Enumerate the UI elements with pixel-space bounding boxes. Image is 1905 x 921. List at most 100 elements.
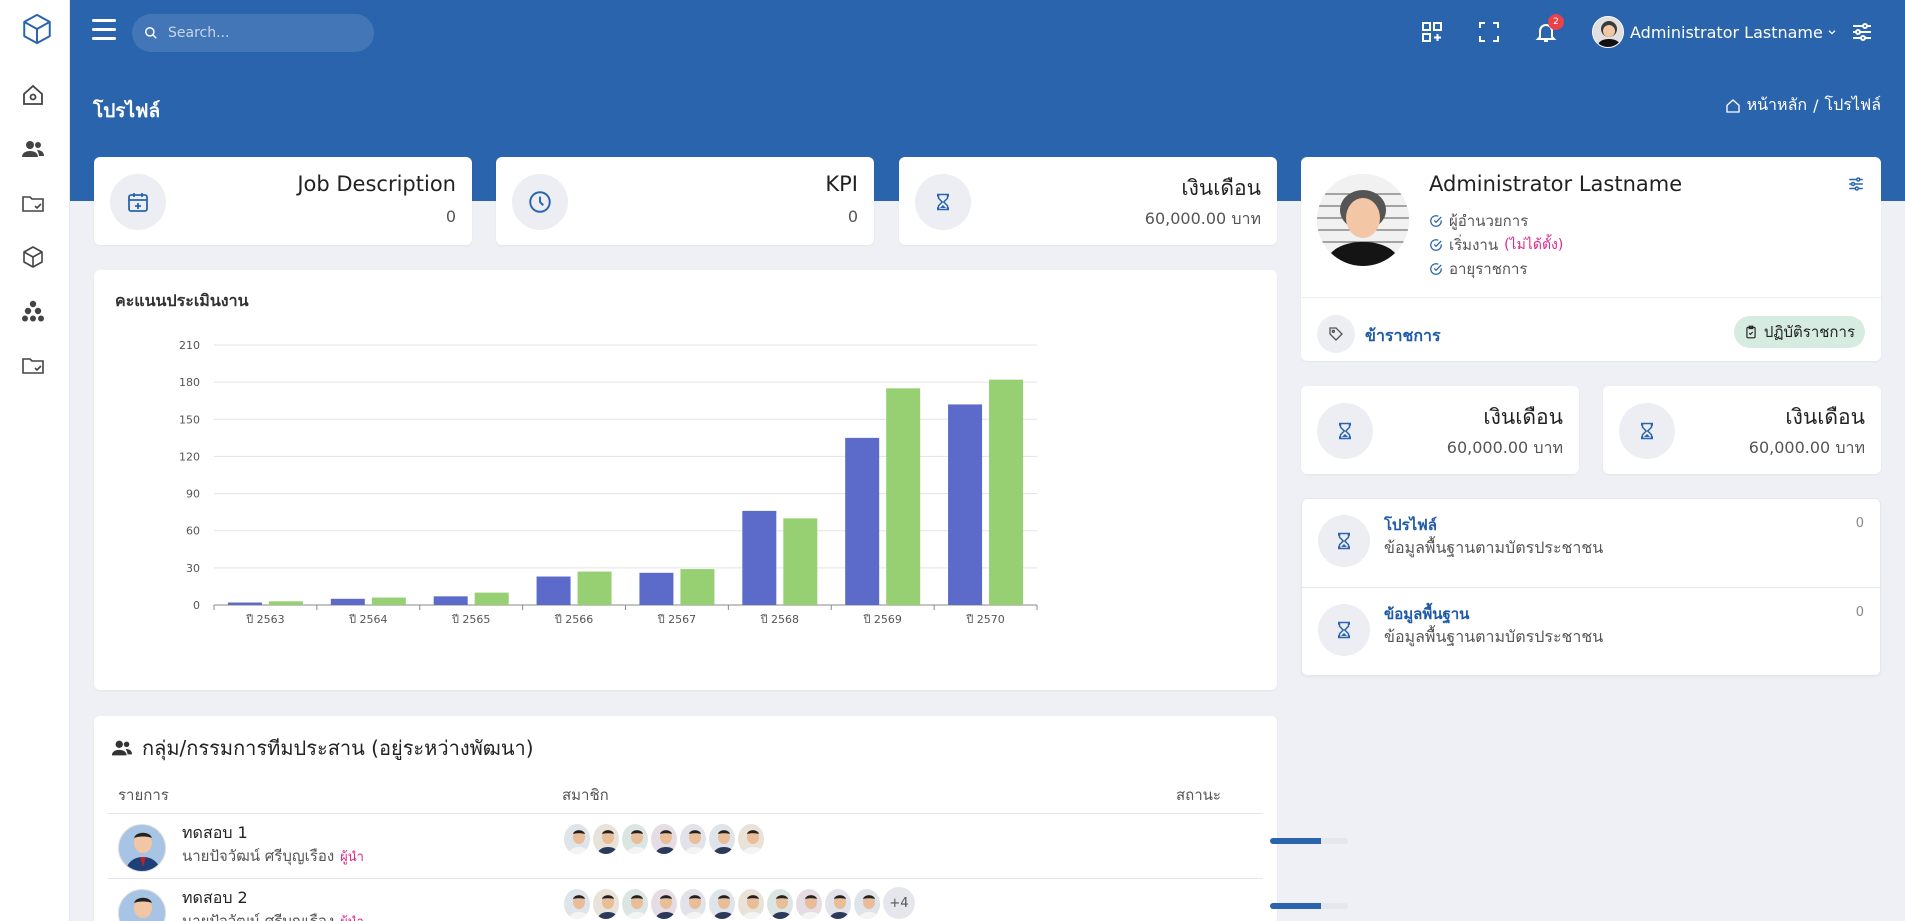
- member-avatar[interactable]: [678, 822, 708, 856]
- member-avatar[interactable]: [736, 822, 766, 856]
- list-item-subtitle: ข้อมูลพื้นฐานตามบัตรประชาชน: [1384, 627, 1604, 646]
- box-icon[interactable]: [20, 244, 46, 270]
- menu-toggle-icon[interactable]: [92, 19, 116, 41]
- group-name[interactable]: ทดสอบ 1: [182, 821, 248, 846]
- home-icon: [1725, 98, 1740, 113]
- member-avatar[interactable]: [649, 822, 679, 856]
- top-bar: 2 Administrator Lastname: [70, 0, 1905, 66]
- member-avatar[interactable]: [649, 887, 679, 921]
- kpi-card[interactable]: KPI 0: [496, 157, 874, 245]
- bar-series-2: [371, 597, 406, 605]
- user-menu[interactable]: Administrator Lastname: [1592, 16, 1837, 48]
- search-input[interactable]: [168, 25, 358, 41]
- user-avatar: [1592, 16, 1624, 48]
- check-circle-icon: [1430, 239, 1442, 251]
- member-avatar[interactable]: [591, 822, 621, 856]
- salary-card[interactable]: เงินเดือน 60,000.00 บาท: [899, 157, 1277, 245]
- team-card: กลุ่ม/กรรมการทีมประสาน (อยู่ระหว่างพัฒนา…: [94, 716, 1348, 921]
- table-row[interactable]: ทดสอบ 1 นายปัจวัฒน์ ศรีบุญเรือง ผู้นำ: [108, 814, 1348, 878]
- status-pill-label: ปฏิบัติราชการ: [1763, 323, 1855, 341]
- member-avatar[interactable]: [562, 887, 592, 921]
- stat-value: 60,000.00 บาท: [1144, 209, 1261, 228]
- start-label: เริ่มงาน: [1449, 236, 1499, 254]
- list-item-count: 0: [1855, 516, 1864, 531]
- salary-card-small[interactable]: เงินเดือน 60,000.00 บาท: [1301, 386, 1579, 474]
- leader-name: นายปัจวัฒน์ ศรีบุญเรือง: [182, 912, 335, 921]
- team-title-text: กลุ่ม/กรรมการทีมประสาน (อยู่ระหว่างพัฒนา…: [142, 736, 534, 760]
- member-avatar[interactable]: [678, 887, 708, 921]
- salary-card-small[interactable]: เงินเดือน 60,000.00 บาท: [1603, 386, 1881, 474]
- bar-series-2: [886, 388, 921, 605]
- folder-check-icon[interactable]: [20, 190, 46, 216]
- member-avatars: [562, 822, 766, 856]
- member-avatar[interactable]: [620, 887, 650, 921]
- bar-series-1: [845, 437, 880, 605]
- stat-value: 0: [847, 207, 858, 226]
- x-tick-label: ปี 2567: [657, 613, 697, 626]
- member-avatar[interactable]: [765, 887, 795, 921]
- settings-sliders-icon[interactable]: [1850, 20, 1874, 44]
- users-icon: [111, 740, 133, 756]
- list-item[interactable]: ข้อมูลพื้นฐาน ข้อมูลพื้นฐานตามบัตรประชาช…: [1302, 588, 1880, 676]
- list-item[interactable]: โปรไฟล์ ข้อมูลพื้นฐานตามบัตรประชาชน 0: [1302, 499, 1880, 587]
- stat-title: เงินเดือน: [1785, 405, 1865, 429]
- list-item-title[interactable]: ข้อมูลพื้นฐาน: [1384, 602, 1469, 626]
- apps-grid-icon[interactable]: [1420, 20, 1444, 44]
- member-avatar[interactable]: [707, 887, 737, 921]
- app-logo-icon[interactable]: [20, 12, 54, 46]
- bar-series-1: [330, 598, 365, 605]
- bar-series-1: [639, 572, 674, 605]
- stat-value: 60,000.00 บาท: [1748, 438, 1865, 457]
- member-avatar[interactable]: [794, 887, 824, 921]
- hourglass-icon: [1318, 515, 1370, 567]
- breadcrumb-home[interactable]: หน้าหลัก: [1747, 93, 1808, 118]
- leader-role: ผู้นำ: [340, 850, 364, 865]
- member-avatar[interactable]: [620, 822, 650, 856]
- table-row[interactable]: ทดสอบ 2 นายปัจวัฒน์ ศรีบุญเรือง ผู้นำ +4: [108, 879, 1348, 921]
- check-circle-icon: [1430, 215, 1442, 227]
- stat-value: 0: [445, 207, 456, 226]
- list-item-title[interactable]: โปรไฟล์: [1384, 513, 1437, 537]
- search-box[interactable]: [132, 14, 374, 52]
- position-text: ผู้อำนวยการ: [1449, 212, 1529, 230]
- check-circle-icon: [1430, 263, 1442, 275]
- info-list: โปรไฟล์ ข้อมูลพื้นฐานตามบัตรประชาชน 0 ข้…: [1301, 498, 1881, 676]
- y-tick-label: 210: [179, 339, 200, 352]
- x-tick-label: ปี 2564: [348, 613, 388, 626]
- member-avatar[interactable]: [562, 822, 592, 856]
- bar-series-1: [948, 404, 983, 605]
- folder-check-icon-2[interactable]: [20, 352, 46, 378]
- hourglass-icon: [1318, 604, 1370, 656]
- member-avatar[interactable]: [707, 822, 737, 856]
- member-avatar[interactable]: [736, 887, 766, 921]
- org-chart-icon[interactable]: [20, 298, 46, 324]
- fullscreen-icon[interactable]: [1477, 20, 1501, 44]
- bar-series-1: [536, 576, 571, 605]
- status-progress-bar: [1270, 838, 1348, 844]
- bar-series-2: [783, 518, 818, 605]
- notification-bell-icon[interactable]: 2: [1534, 14, 1564, 44]
- users-icon[interactable]: [20, 136, 46, 162]
- more-members-badge[interactable]: +4: [883, 887, 915, 919]
- column-header-members: สมาชิก: [562, 786, 609, 804]
- y-tick-label: 180: [179, 376, 200, 389]
- job-description-card[interactable]: Job Description 0: [94, 157, 472, 245]
- member-avatar[interactable]: [823, 887, 853, 921]
- group-name[interactable]: ทดสอบ 2: [182, 886, 248, 911]
- home-icon[interactable]: [20, 82, 46, 108]
- evaluation-bar-chart: 0 30 60 90 120 150 180 210 ปี 2563 ปี 2564 ปี 2565…: [179, 339, 1038, 626]
- member-avatar[interactable]: [852, 887, 882, 921]
- x-tick-label: ปี 2569: [862, 613, 902, 626]
- stat-title: KPI: [825, 172, 858, 196]
- chevron-down-icon: [1828, 30, 1836, 35]
- category-link[interactable]: ข้าราชการ: [1365, 324, 1441, 349]
- leader-avatar: [118, 889, 166, 921]
- group-leader: นายปัจวัฒน์ ศรีบุญเรือง ผู้นำ: [182, 909, 364, 921]
- status-pill[interactable]: ปฏิบัติราชการ: [1733, 316, 1865, 348]
- profile-name: Administrator Lastname: [1429, 172, 1683, 196]
- clock-icon: [512, 174, 568, 230]
- profile-settings-icon[interactable]: [1847, 175, 1865, 197]
- stat-title: เงินเดือน: [1181, 176, 1261, 200]
- member-avatar[interactable]: [591, 887, 621, 921]
- notification-badge: 2: [1548, 14, 1564, 30]
